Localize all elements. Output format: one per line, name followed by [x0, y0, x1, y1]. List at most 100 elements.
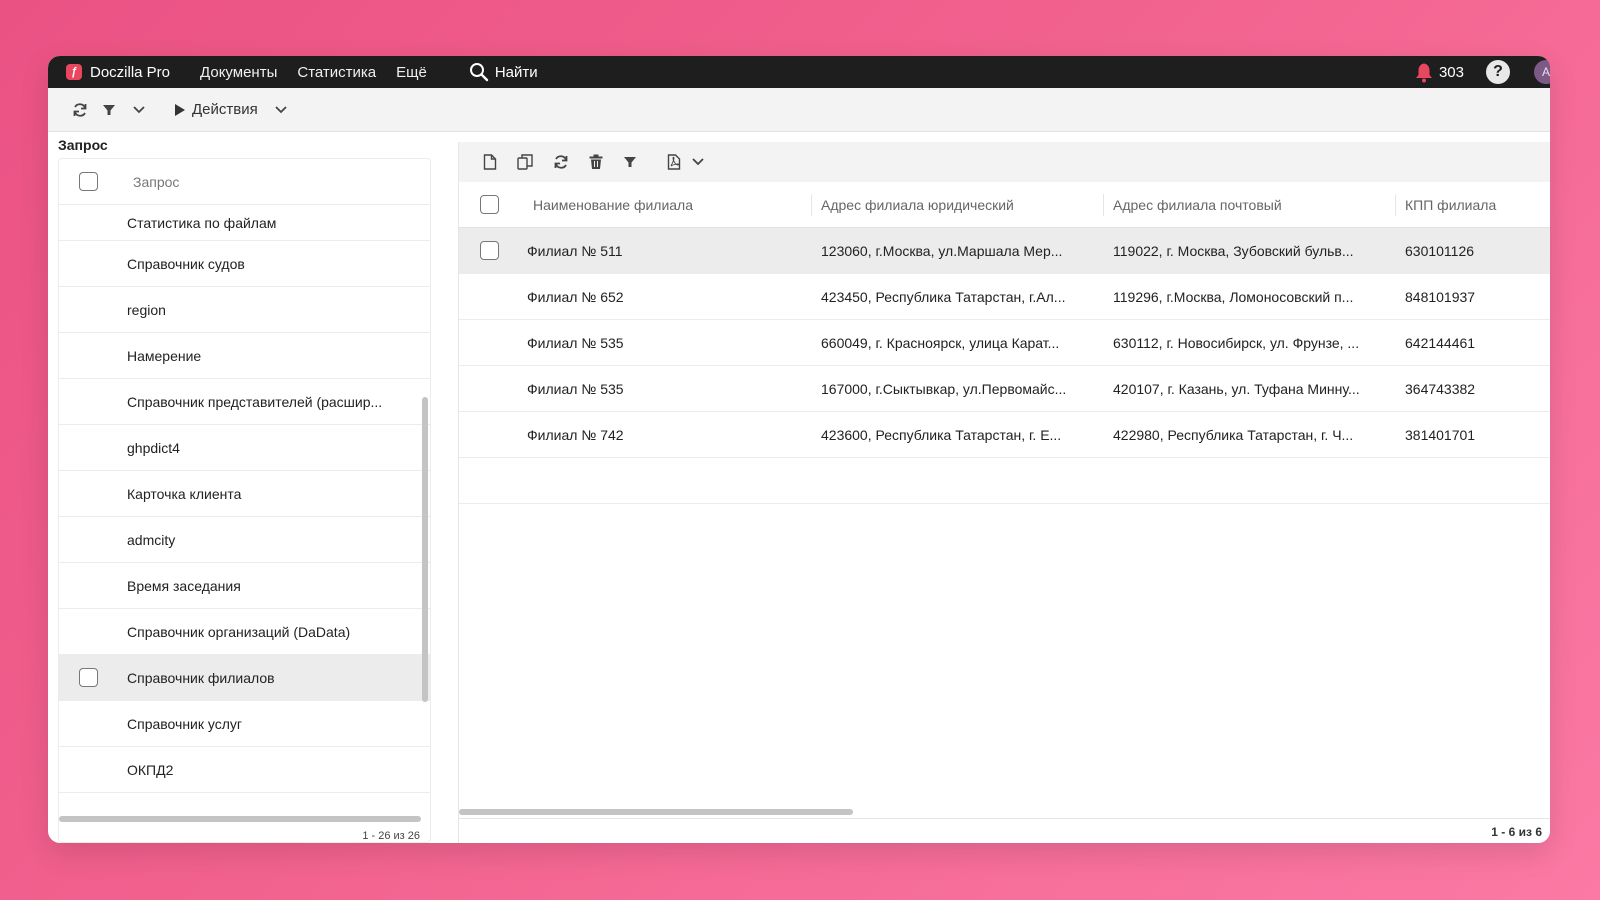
column-header-postal-address[interactable]: Адрес филиала почтовый [1103, 197, 1395, 213]
column-header-kpp[interactable]: КПП филиала [1395, 197, 1545, 213]
grid-toolbar [459, 142, 1550, 182]
table-cell: 423450, Республика Татарстан, г.Ал... [821, 288, 1066, 305]
table-cell: 848101937 [1405, 288, 1476, 305]
table-cell: 422980, Республика Татарстан, г. Ч... [1113, 426, 1354, 443]
list-item[interactable]: Справочник судов [59, 241, 430, 287]
table-cell: 630112, г. Новосибирск, ул. Фрунзе, ... [1113, 334, 1360, 351]
horizontal-scrollbar[interactable] [459, 809, 853, 815]
table-row[interactable]: Филиал № 511 123060, г.Москва, ул.Маршал… [459, 228, 1550, 274]
list-item[interactable]: admcity [59, 517, 430, 563]
list-item-label: Карточка клиента [127, 485, 242, 502]
list-item[interactable]: Справочник организаций (DaData) [59, 609, 430, 655]
table-cell: 119296, г.Москва, Ломоносовский п... [1113, 288, 1354, 305]
new-document-icon[interactable] [483, 154, 497, 170]
list-item-label: Справочник филиалов [127, 669, 275, 686]
list-item-label: Справочник судов [127, 255, 245, 272]
doczilla-logo-icon: ƒ [66, 64, 82, 80]
main-nav: Документы Статистика Ещё [200, 64, 427, 81]
play-icon [174, 103, 186, 117]
table-row[interactable]: Филиал № 742 423600, Республика Татарста… [459, 412, 1550, 458]
list-item-label: Статистика по файлам [127, 214, 277, 231]
select-all-checkbox[interactable] [79, 172, 98, 191]
list-item-label: ОКПД2 [127, 761, 174, 778]
table-cell: 642144461 [1405, 334, 1476, 351]
table-cell: 420107, г. Казань, ул. Туфана Минну... [1113, 380, 1360, 397]
list-item[interactable]: ОКПД2 [59, 747, 430, 793]
column-separator[interactable] [1395, 194, 1396, 216]
table-row[interactable]: Филиал № 535 167000, г.Сыктывкар, ул.Пер… [459, 366, 1550, 412]
notifications-count: 303 [1438, 63, 1464, 81]
list-item[interactable]: Статистика по файлам [59, 205, 430, 241]
list-item[interactable]: Справочник представителей (расшир... [59, 379, 430, 425]
query-list-panel: Запрос Статистика по файлам Справочник с… [58, 158, 431, 843]
column-separator[interactable] [1103, 194, 1104, 216]
query-list: Статистика по файлам Справочник судов re… [59, 205, 430, 793]
nav-more[interactable]: Ещё [396, 64, 427, 81]
help-icon[interactable]: ? [1486, 60, 1510, 84]
table-cell: Филиал № 535 [527, 334, 624, 351]
list-item-label: Справочник организаций (DaData) [127, 623, 351, 640]
main-toolbar: Действия [48, 88, 1550, 132]
grid-footer-divider [459, 818, 1550, 819]
table-cell: Филиал № 652 [527, 288, 624, 305]
query-list-header: Запрос [59, 159, 430, 205]
row-checkbox[interactable] [479, 241, 499, 260]
list-item-label: region [127, 301, 166, 318]
top-right-controls: 303 ? А [1415, 60, 1550, 84]
table-cell: 630101126 [1405, 242, 1475, 259]
filter-dropdown[interactable] [102, 103, 146, 117]
list-item[interactable]: Карточка клиента [59, 471, 430, 517]
brand[interactable]: ƒ Doczilla Pro [66, 64, 170, 81]
list-item-label: ghpdict4 [127, 439, 180, 456]
filter-icon [102, 103, 116, 117]
select-all-checkbox[interactable] [479, 195, 499, 214]
list-item[interactable]: Время заседания [59, 563, 430, 609]
column-header-name[interactable]: Наименование филиала [519, 197, 811, 213]
table-cell: 381401701 [1405, 426, 1476, 443]
table-cell: 423600, Республика Татарстан, г. Е... [821, 426, 1062, 443]
table-cell: 123060, г.Москва, ул.Маршала Мер... [821, 242, 1063, 259]
list-item[interactable]: region [59, 287, 430, 333]
horizontal-scrollbar[interactable] [59, 816, 421, 822]
filter-icon[interactable] [623, 155, 637, 169]
notifications-button[interactable]: 303 [1415, 61, 1464, 83]
list-item-label: Справочник представителей (расшир... [127, 393, 383, 410]
list-item[interactable]: Справочник услуг [59, 701, 430, 747]
actions-label: Действия [192, 101, 258, 118]
list-item-label: Время заседания [127, 577, 241, 594]
chevron-down-icon [132, 105, 146, 115]
list-item[interactable]: ghpdict4 [59, 425, 430, 471]
nav-documents[interactable]: Документы [200, 64, 277, 81]
query-column-header[interactable]: Запрос [133, 174, 179, 190]
actions-dropdown[interactable]: Действия [174, 101, 288, 118]
list-item[interactable]: Намерение [59, 333, 430, 379]
list-item-label: Справочник услуг [127, 715, 243, 732]
refresh-icon[interactable] [553, 154, 569, 170]
export-pdf-dropdown[interactable] [667, 154, 705, 170]
table-cell: 167000, г.Сыктывкар, ул.Первомайс... [821, 380, 1067, 397]
column-header-legal-address[interactable]: Адрес филиала юридический [811, 197, 1103, 213]
trash-icon[interactable] [589, 154, 603, 170]
column-separator[interactable] [811, 194, 812, 216]
left-pagination-info: 1 - 26 из 26 [362, 830, 420, 842]
table-row[interactable]: Филиал № 652 423450, Республика Татарста… [459, 274, 1550, 320]
table-cell: 660049, г. Красноярск, улица Карат... [821, 334, 1060, 351]
search-button[interactable]: Найти [469, 62, 538, 82]
grid-pagination-info: 1 - 6 из 6 [1491, 825, 1542, 839]
refresh-icon[interactable] [72, 102, 88, 118]
table-cell: Филиал № 742 [527, 426, 624, 443]
nav-statistics[interactable]: Статистика [297, 64, 376, 81]
table-row-empty[interactable] [459, 458, 1550, 504]
list-item-selected[interactable]: Справочник филиалов [59, 655, 430, 701]
copy-icon[interactable] [517, 154, 533, 170]
table-row[interactable]: Филиал № 535 660049, г. Красноярск, улиц… [459, 320, 1550, 366]
row-checkbox[interactable] [79, 668, 98, 687]
avatar[interactable]: А [1534, 60, 1550, 84]
list-item-label: admcity [127, 531, 176, 548]
table-cell: 364743382 [1405, 380, 1476, 397]
grid-body: Филиал № 511 123060, г.Москва, ул.Маршал… [459, 228, 1550, 504]
app-window: ƒ Doczilla Pro Документы Статистика Ещё … [48, 56, 1550, 843]
left-panel-title: Запрос [58, 137, 108, 153]
vertical-scrollbar[interactable] [422, 397, 428, 702]
brand-name: Doczilla Pro [90, 63, 171, 81]
